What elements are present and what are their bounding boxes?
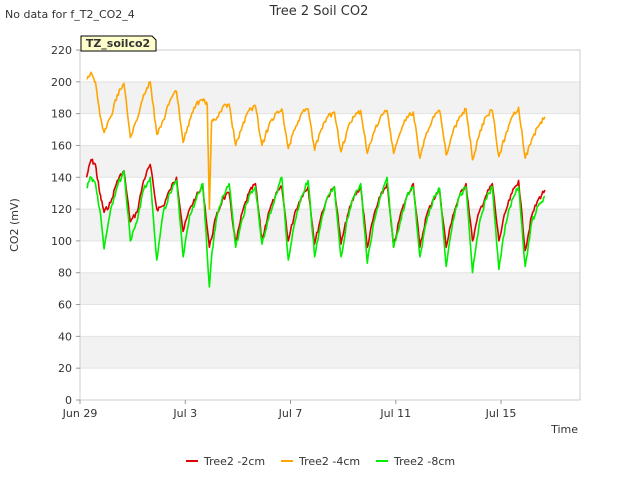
y-tick-label: 140 (51, 171, 72, 184)
badge-label: TZ_soilco2 (86, 37, 150, 50)
x-tick-label: Jul 11 (379, 407, 411, 420)
y-axis: 0 20 40 60 80 100 120 140 160 180 200 220 (51, 44, 80, 407)
legend: Tree2 -2cm Tree2 -4cm Tree2 -8cm (186, 455, 455, 468)
y-tick-label: 0 (65, 394, 72, 407)
x-axis-label: Time (550, 423, 578, 436)
x-tick-label: Jul 3 (172, 407, 197, 420)
y-tick-label: 200 (51, 76, 72, 89)
y-tick-label: 60 (58, 299, 72, 312)
chart-title: Tree 2 Soil CO2 (269, 4, 369, 19)
y-tick-label: 120 (51, 203, 72, 216)
y-tick-label: 160 (51, 139, 72, 152)
x-axis: Jun 29 Jul 3 Jul 7 Jul 11 Jul 15 (62, 400, 517, 420)
series-badge: TZ_soilco2 (80, 35, 157, 52)
y-tick-label: 20 (58, 362, 72, 375)
legend-label: Tree2 -4cm (298, 455, 360, 468)
x-tick-label: Jul 15 (485, 407, 517, 420)
plot-band (80, 272, 580, 305)
x-tick-label: Jul 7 (278, 407, 303, 420)
legend-label: Tree2 -2cm (203, 455, 265, 468)
y-axis-label: CO2 (mV) (8, 198, 21, 252)
x-tick-label: Jun 29 (62, 407, 98, 420)
legend-label: Tree2 -8cm (393, 455, 455, 468)
plot-band (80, 336, 580, 369)
y-tick-label: 100 (51, 235, 72, 248)
y-tick-label: 40 (58, 330, 72, 343)
plot-band (80, 81, 580, 114)
no-data-note: No data for f_T2_CO2_4 (5, 8, 135, 21)
plot-band (80, 50, 580, 82)
y-tick-label: 220 (51, 44, 72, 57)
y-tick-label: 180 (51, 108, 72, 121)
plot-band (80, 368, 580, 400)
plot-band (80, 145, 580, 178)
plot-band (80, 304, 580, 337)
y-tick-label: 80 (58, 267, 72, 280)
chart: No data for f_T2_CO2_4 Tree 2 Soil CO2 0… (5, 4, 581, 468)
